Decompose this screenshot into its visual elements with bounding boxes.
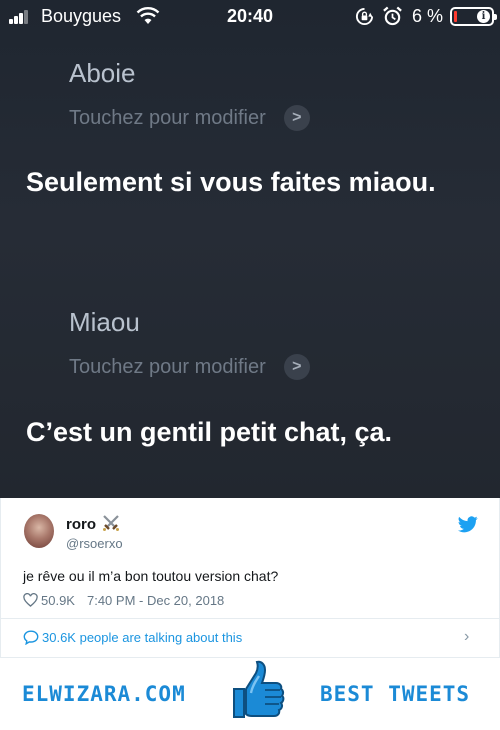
tap-to-edit-1[interactable]: Touchez pour modifier > bbox=[69, 105, 310, 131]
siri-query-2[interactable]: Miaou bbox=[69, 307, 140, 338]
speech-bubble-icon bbox=[23, 630, 39, 645]
avatar[interactable] bbox=[24, 514, 54, 548]
conversation-link[interactable]: 30.6K people are talking about this bbox=[42, 630, 242, 645]
tweet-timestamp[interactable]: 7:40 PM - Dec 20, 2018 bbox=[87, 593, 224, 608]
battery-level-fill bbox=[454, 11, 457, 22]
tweet-meta: 50.9K 7:40 PM - Dec 20, 2018 bbox=[23, 592, 224, 608]
battery-percent: 6 % bbox=[412, 6, 444, 26]
rotation-lock-icon bbox=[355, 7, 374, 26]
thumbs-up-icon bbox=[233, 660, 285, 718]
like-count[interactable]: 50.9K bbox=[41, 593, 75, 608]
info-icon: i bbox=[477, 10, 490, 23]
tap-to-edit-label: Touchez pour modifier bbox=[69, 355, 266, 378]
twitter-bird-icon[interactable] bbox=[458, 516, 478, 533]
crossed-swords-icon bbox=[103, 515, 119, 531]
tap-to-edit-label: Touchez pour modifier bbox=[69, 106, 266, 129]
chevron-right-icon[interactable]: › bbox=[464, 628, 469, 646]
chevron-right-icon[interactable]: > bbox=[283, 105, 310, 131]
siri-answer-2: C’est un gentil petit chat, ça. bbox=[26, 417, 393, 447]
tweet-display-name[interactable]: roro bbox=[66, 516, 96, 533]
siri-answer-1: Seulement si vous faites miaou. bbox=[26, 167, 436, 197]
battery-icon: i bbox=[450, 7, 497, 26]
watermark-tagline: BEST TWEETS bbox=[320, 682, 471, 706]
siri-screenshot: Bouygues 20:40 6 % i Aboie Touchez pour … bbox=[0, 0, 500, 498]
heart-icon[interactable] bbox=[23, 593, 38, 607]
siri-query-1[interactable]: Aboie bbox=[69, 58, 136, 89]
tweet-handle[interactable]: @rsoerxo bbox=[66, 536, 123, 551]
status-bar: Bouygues 20:40 6 % i bbox=[0, 0, 500, 34]
tap-to-edit-2[interactable]: Touchez pour modifier > bbox=[69, 354, 310, 380]
tweet-text: je rêve ou il m’a bon toutou version cha… bbox=[23, 568, 279, 584]
chevron-right-icon[interactable]: > bbox=[283, 354, 310, 380]
watermark-site: ELWIZARA.COM bbox=[22, 682, 186, 706]
alarm-icon bbox=[383, 6, 402, 26]
